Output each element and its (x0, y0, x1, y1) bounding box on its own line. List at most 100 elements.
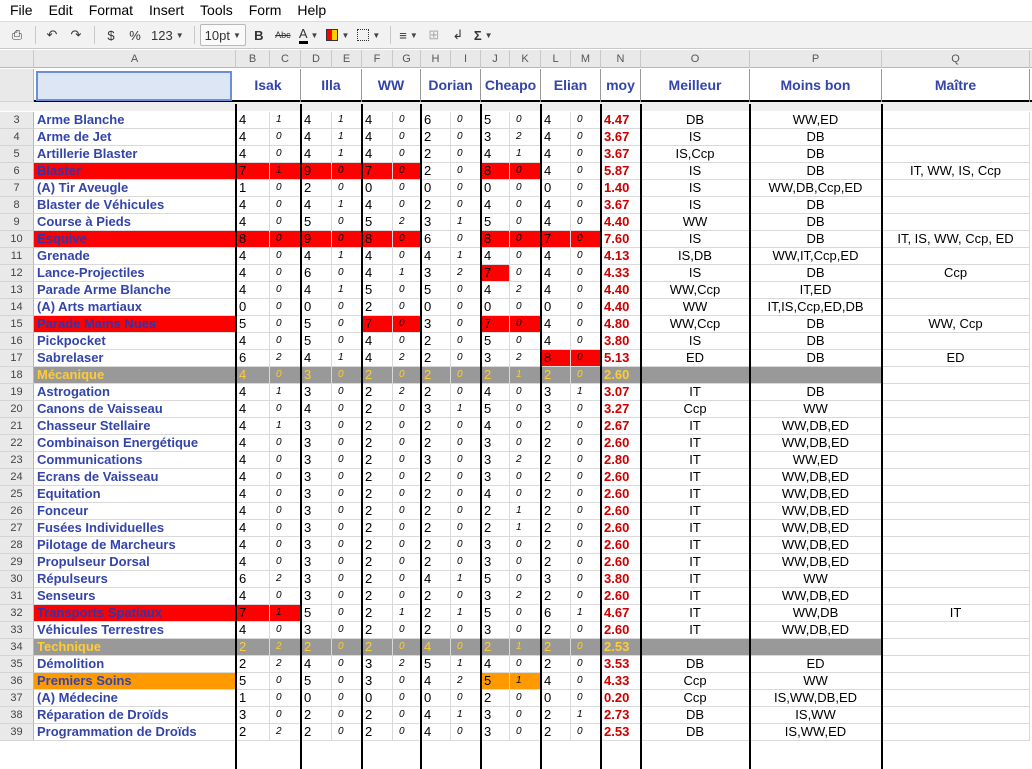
column-header-f[interactable]: F (362, 50, 393, 68)
cell[interactable]: WW,DB,ED (750, 418, 882, 435)
cell[interactable]: 4 (236, 197, 270, 214)
cell[interactable]: IS,WW (750, 707, 882, 724)
row-number[interactable]: 16 (0, 333, 34, 350)
cell[interactable]: 2.60 (601, 622, 641, 639)
cell[interactable]: 0 (270, 690, 301, 707)
cell[interactable]: 4.40 (601, 214, 641, 231)
cell[interactable]: Ecrans de Vaisseau (34, 469, 236, 486)
cell[interactable]: 1 (270, 384, 301, 401)
column-header-k[interactable]: K (510, 50, 541, 68)
cell[interactable]: 2 (362, 571, 393, 588)
cell[interactable]: 4 (541, 673, 571, 690)
cell[interactable]: 5 (421, 656, 451, 673)
cell[interactable]: 0 (481, 180, 510, 197)
cell[interactable]: Ccp (641, 673, 750, 690)
cell[interactable]: WW,DB,Ccp,ED (750, 180, 882, 197)
cell[interactable]: 2 (541, 367, 571, 384)
cell[interactable]: 0 (510, 197, 541, 214)
menu-format[interactable]: Format (81, 0, 141, 21)
cell[interactable]: 5.13 (601, 350, 641, 367)
cell[interactable]: 0 (571, 537, 601, 554)
cell[interactable]: 5 (301, 316, 332, 333)
cell[interactable]: 0 (362, 690, 393, 707)
cell[interactable]: 7 (236, 605, 270, 622)
cell[interactable]: 0 (571, 724, 601, 741)
cell[interactable]: 5 (362, 282, 393, 299)
cell[interactable]: 1 (236, 690, 270, 707)
cell[interactable]: 4 (236, 435, 270, 452)
cell[interactable]: 0 (332, 469, 362, 486)
cell[interactable]: 0 (393, 486, 421, 503)
cell[interactable]: 0 (451, 724, 481, 741)
cell[interactable]: 2 (541, 724, 571, 741)
cell[interactable]: 0 (510, 571, 541, 588)
cell[interactable]: 0 (270, 622, 301, 639)
cell[interactable]: 0 (270, 282, 301, 299)
row-number[interactable]: 4 (0, 129, 34, 146)
cell[interactable]: Grenade (34, 248, 236, 265)
cell[interactable]: 0 (332, 724, 362, 741)
cell[interactable]: 4 (481, 656, 510, 673)
menu-insert[interactable]: Insert (141, 0, 192, 21)
cell[interactable]: 3 (481, 435, 510, 452)
cell[interactable]: 3 (481, 724, 510, 741)
row-number[interactable]: 34 (0, 639, 34, 656)
cell[interactable]: DB (750, 214, 882, 231)
cell[interactable]: 3 (481, 554, 510, 571)
cell[interactable]: 0 (571, 214, 601, 231)
cell[interactable]: 2 (421, 367, 451, 384)
header-ww[interactable]: WW (362, 69, 421, 102)
cell[interactable]: 2 (541, 486, 571, 503)
cell[interactable]: 0 (393, 571, 421, 588)
cell[interactable]: WW, Ccp (882, 316, 1030, 333)
cell[interactable]: 2.60 (601, 486, 641, 503)
cell[interactable]: 0 (332, 537, 362, 554)
cell[interactable]: 3 (301, 486, 332, 503)
cell[interactable]: 4 (362, 350, 393, 367)
cell[interactable]: 0 (393, 469, 421, 486)
cell[interactable]: 2 (541, 537, 571, 554)
cell[interactable]: 0 (510, 265, 541, 282)
cell[interactable]: 4 (362, 333, 393, 350)
cell[interactable]: 2 (421, 503, 451, 520)
cell[interactable]: 2 (362, 537, 393, 554)
cell[interactable]: 4 (362, 146, 393, 163)
cell[interactable]: 4 (236, 537, 270, 554)
cell[interactable]: 5 (362, 214, 393, 231)
cell[interactable]: 0 (510, 231, 541, 248)
cell[interactable]: 4 (236, 452, 270, 469)
cell[interactable]: 5 (481, 605, 510, 622)
merge-cells-icon[interactable]: ⊞ (423, 24, 445, 46)
cell[interactable]: 2 (541, 469, 571, 486)
cell[interactable]: 6 (541, 605, 571, 622)
cell[interactable]: 3 (301, 435, 332, 452)
cell[interactable] (750, 367, 882, 384)
cell[interactable]: IT (641, 622, 750, 639)
cell[interactable]: 4 (541, 333, 571, 350)
cell[interactable]: 2.67 (601, 418, 641, 435)
cell[interactable]: 1 (332, 129, 362, 146)
cell[interactable] (882, 418, 1030, 435)
cell[interactable]: 0 (270, 367, 301, 384)
cell[interactable]: 0 (393, 316, 421, 333)
cell[interactable] (882, 248, 1030, 265)
cell[interactable]: 3 (236, 707, 270, 724)
cell[interactable]: 4 (236, 367, 270, 384)
cell[interactable] (882, 112, 1030, 129)
cell[interactable]: 0 (571, 299, 601, 316)
cell[interactable]: 2 (270, 656, 301, 673)
cell[interactable] (882, 571, 1030, 588)
header-moy[interactable]: moy (601, 69, 641, 102)
cell[interactable]: 0 (332, 588, 362, 605)
cell[interactable]: 4 (421, 707, 451, 724)
cell[interactable]: 3 (541, 384, 571, 401)
row-number[interactable] (0, 69, 34, 102)
cell[interactable]: 2 (481, 520, 510, 537)
cell[interactable]: 1 (571, 707, 601, 724)
cell[interactable]: IS,WW,DB,ED (750, 690, 882, 707)
cell[interactable]: 2 (421, 486, 451, 503)
cell[interactable]: 0 (510, 435, 541, 452)
cell[interactable]: 0 (270, 197, 301, 214)
cell[interactable]: 2 (510, 282, 541, 299)
cell[interactable]: 0 (421, 180, 451, 197)
